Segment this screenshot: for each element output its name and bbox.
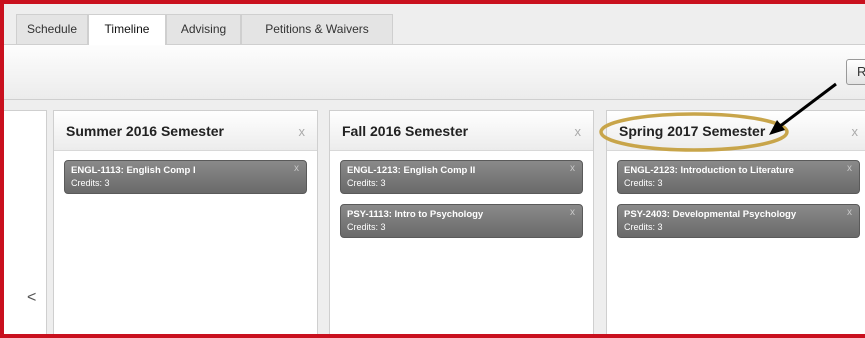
previous-semester-button[interactable]: < xyxy=(4,110,47,334)
semester-header: Summer 2016 Semester x xyxy=(54,111,317,151)
course-name: ENGL-1213: English Comp II xyxy=(347,165,476,176)
tab-timeline[interactable]: Timeline xyxy=(88,14,166,45)
close-icon[interactable]: x xyxy=(294,163,299,174)
tab-advising[interactable]: Advising xyxy=(166,14,241,44)
close-icon[interactable]: x xyxy=(570,163,575,174)
app-frame: Schedule Timeline Advising Petitions & W… xyxy=(0,0,865,338)
close-icon[interactable]: x xyxy=(570,207,575,218)
course-credits: Credits: 3 xyxy=(71,178,110,188)
timeline-content: < Summer 2016 Semester x ENGL-1113: Engl… xyxy=(4,100,865,334)
close-icon[interactable]: x xyxy=(847,163,852,174)
course-credits: Credits: 3 xyxy=(624,178,663,188)
semester-column-spring-2017: Spring 2017 Semester x ENGL-2123: Introd… xyxy=(606,110,865,334)
semester-title: Summer 2016 Semester xyxy=(66,123,224,139)
semester-header: Spring 2017 Semester x xyxy=(607,111,865,151)
semester-column-fall-2016: Fall 2016 Semester x ENGL-1213: English … xyxy=(329,110,594,334)
close-icon[interactable]: x xyxy=(852,124,859,139)
semester-column-summer-2016: Summer 2016 Semester x ENGL-1113: Englis… xyxy=(53,110,318,334)
tab-schedule[interactable]: Schedule xyxy=(16,14,88,44)
course-card[interactable]: PSY-1113: Intro to Psychology Credits: 3… xyxy=(340,204,583,238)
close-icon[interactable]: x xyxy=(847,207,852,218)
toolbar: R xyxy=(4,45,865,100)
course-name: ENGL-2123: Introduction to Literature xyxy=(624,165,794,176)
course-name: PSY-1113: Intro to Psychology xyxy=(347,209,484,220)
chevron-left-icon: < xyxy=(27,289,37,306)
course-card[interactable]: ENGL-2123: Introduction to Literature Cr… xyxy=(617,160,860,194)
tab-petitions-waivers[interactable]: Petitions & Waivers xyxy=(241,14,393,44)
semester-header: Fall 2016 Semester x xyxy=(330,111,593,151)
course-card[interactable]: ENGL-1213: English Comp II Credits: 3 x xyxy=(340,160,583,194)
course-name: PSY-2403: Developmental Psychology xyxy=(624,209,797,220)
course-credits: Credits: 3 xyxy=(347,222,386,232)
close-icon[interactable]: x xyxy=(575,124,582,139)
close-icon[interactable]: x xyxy=(299,124,306,139)
course-credits: Credits: 3 xyxy=(624,222,663,232)
course-credits: Credits: 3 xyxy=(347,178,386,188)
course-card[interactable]: PSY-2403: Developmental Psychology Credi… xyxy=(617,204,860,238)
semester-title: Spring 2017 Semester xyxy=(619,123,766,139)
toolbar-action-button[interactable]: R xyxy=(846,59,865,85)
semester-title: Fall 2016 Semester xyxy=(342,123,469,139)
tab-bar: Schedule Timeline Advising Petitions & W… xyxy=(4,4,865,45)
course-name: ENGL-1113: English Comp I xyxy=(71,165,196,176)
course-card[interactable]: ENGL-1113: English Comp I Credits: 3 x xyxy=(64,160,307,194)
